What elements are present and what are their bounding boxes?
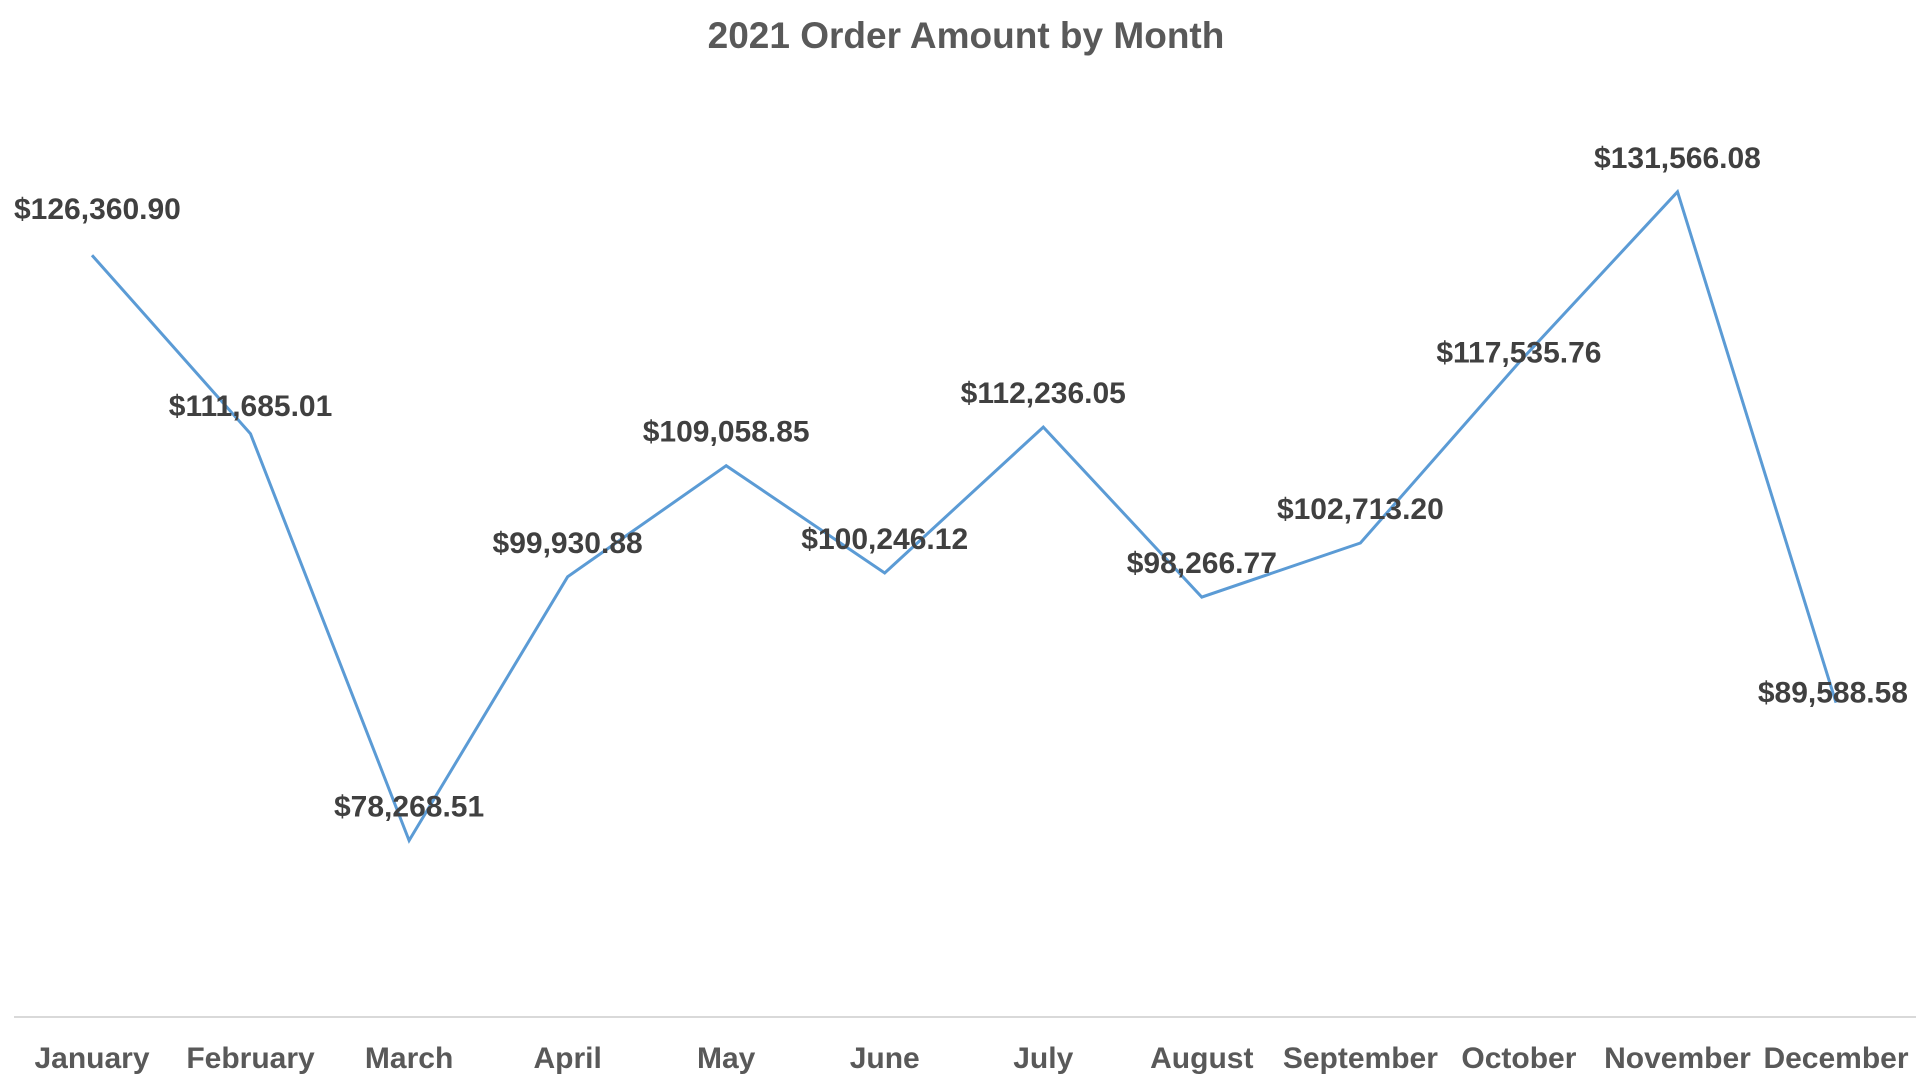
x-tick-label: June [850,1042,920,1075]
data-label: $78,268.51 [334,791,484,824]
x-tick-label: May [697,1042,756,1075]
x-tick-label: October [1461,1042,1576,1075]
data-label: $126,360.90 [14,193,181,226]
x-tick-label: August [1150,1042,1253,1075]
data-label: $117,535.76 [1436,337,1601,370]
line-chart: 2021 Order Amount by Month January Februa… [14,15,1916,1075]
data-label: $89,588.58 [1758,677,1908,710]
data-label: $131,566.08 [1594,142,1761,175]
data-label: $102,713.20 [1277,493,1444,526]
x-tick-label: April [533,1042,601,1075]
x-tick-label: November [1604,1042,1751,1075]
series-line [90,188,1838,844]
data-label: $100,246.12 [801,523,968,556]
x-tick-label: July [1013,1042,1073,1075]
chart-title: 2021 Order Amount by Month [708,15,1225,56]
x-axis-tick-labels: January February March April May June July Augu… [34,1042,1908,1075]
data-label: $112,236.05 [961,377,1126,410]
data-label: $111,685.01 [169,390,333,423]
x-tick-label: December [1763,1042,1908,1075]
x-tick-label: March [365,1042,453,1075]
data-label: $98,266.77 [1127,547,1277,580]
x-tick-label: January [34,1042,149,1075]
data-label: $109,058.85 [643,416,810,449]
data-labels: $126,360.90 $111,685.01 $78,268.51 $99,930.… [14,142,1908,824]
x-tick-label: September [1283,1042,1438,1075]
data-label: $99,930.88 [493,527,643,560]
x-tick-label: February [186,1042,315,1075]
